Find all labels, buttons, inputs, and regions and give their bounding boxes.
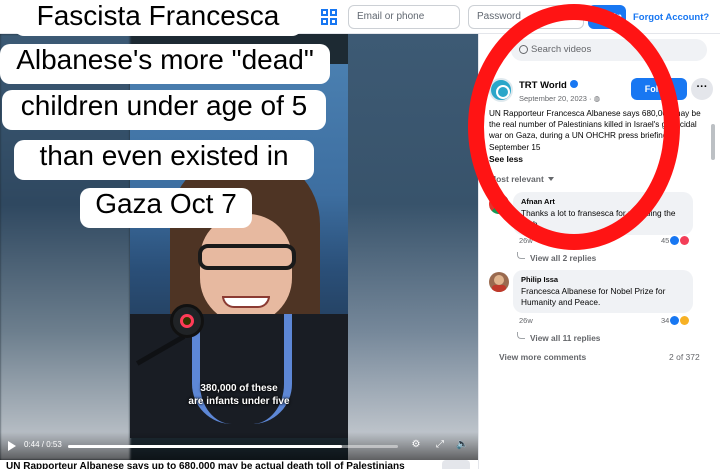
reaction-count-value: 45 <box>661 236 670 245</box>
post-side-panel: Search videos TRT World September 20, 20… <box>478 34 720 469</box>
fullscreen-icon[interactable]: ⤢ <box>434 439 446 451</box>
screenshot-root: Email or phone Password Log In Forgot Ac… <box>0 0 720 469</box>
video-progress-track[interactable] <box>68 445 398 448</box>
video-blur-right <box>348 34 478 460</box>
chevron-down-icon <box>547 177 554 181</box>
post-date-text[interactable]: September 20, 2023 · <box>519 94 594 103</box>
microphone-light <box>180 314 194 328</box>
meme-caption-line-1: Fascista Francesca <box>14 0 302 36</box>
reply-connector-icon <box>517 252 525 259</box>
see-less-link[interactable]: See less <box>489 154 523 164</box>
subtitle-line-2: are infants under five <box>188 396 290 407</box>
post-text: UN Rapporteur Francesca Albanese says 68… <box>489 109 701 152</box>
view-more-comments-link[interactable]: View more comments <box>499 352 586 362</box>
expand-icon[interactable] <box>320 8 338 26</box>
video-progress-fill <box>68 445 342 448</box>
comment-bubble: Afnan Art Thanks a lot to fransesca for … <box>513 192 693 235</box>
person-photo-icon <box>492 275 506 292</box>
speaker-smile <box>222 296 270 308</box>
play-icon[interactable] <box>8 441 16 451</box>
comment-text: Thanks a lot to fransesca for revealing … <box>521 208 676 229</box>
post-date[interactable]: September 20, 2023 · ◍ <box>519 94 600 103</box>
comment-sort-label[interactable]: Most relevant <box>489 174 544 184</box>
video-subtitle: 380,000 of these are infants under five <box>130 382 348 408</box>
like-icon <box>670 236 680 245</box>
comment-bubble: Philip Issa Francesca Albanese for Nobel… <box>513 270 693 313</box>
view-replies-text[interactable]: View all 2 replies <box>530 253 596 263</box>
commenter-name[interactable]: Afnan Art <box>521 197 685 206</box>
commenter-avatar[interactable] <box>489 194 509 214</box>
title-menu-button[interactable] <box>442 460 470 469</box>
password-field[interactable]: Password <box>468 5 584 29</box>
more-options-button[interactable]: ··· <box>691 78 713 100</box>
video-time: 0:44 / 0:53 <box>24 440 62 449</box>
reaction-count-value: 34 <box>661 316 670 325</box>
reply-connector-icon <box>517 332 525 339</box>
view-replies-link[interactable]: View all 11 replies <box>517 332 600 343</box>
follow-button[interactable]: Follow <box>631 78 687 100</box>
commenter-name[interactable]: Philip Issa <box>521 275 685 284</box>
commenter-avatar[interactable] <box>489 272 509 292</box>
search-placeholder: Search videos <box>531 44 592 55</box>
meme-caption-line-3: children under age of 5 <box>2 90 326 130</box>
video-title: UN Rapporteur Albanese says up to 680,00… <box>6 461 405 469</box>
page-avatar[interactable] <box>489 78 513 102</box>
speaker-glasses <box>198 244 296 270</box>
like-icon <box>670 316 680 325</box>
login-button[interactable]: Log In <box>588 5 626 29</box>
comment-sort[interactable]: Most relevant <box>489 174 554 184</box>
page-name[interactable]: TRT World <box>519 80 578 91</box>
comment-counter: 2 of 372 <box>669 352 700 362</box>
search-icon <box>519 45 528 54</box>
video-controls: 0:44 / 0:53 ⚙ ⤢ 🔈 <box>0 432 478 460</box>
email-field[interactable]: Email or phone <box>348 5 460 29</box>
comment-time[interactable]: 26w <box>519 236 533 245</box>
volume-icon[interactable]: 🔈 <box>456 439 468 451</box>
settings-icon[interactable]: ⚙ <box>410 439 422 451</box>
view-replies-link[interactable]: View all 2 replies <box>517 252 596 263</box>
comment-text: Francesca Albanese for Nobel Prize for H… <box>521 286 666 307</box>
globe-icon: ◍ <box>593 94 601 103</box>
forgot-account-link[interactable]: Forgot Account? <box>633 12 709 23</box>
meme-caption-line-2: Albanese's more "dead" <box>0 44 330 84</box>
reaction-count[interactable]: 45 <box>661 236 690 245</box>
palestine-flag-icon <box>489 194 509 214</box>
meme-caption-line-4: than even existed in <box>14 140 314 180</box>
view-replies-text[interactable]: View all 11 replies <box>530 333 600 343</box>
reaction-count[interactable]: 34 <box>661 316 690 325</box>
subtitle-line-1: 380,000 of these <box>200 383 278 394</box>
love-icon <box>680 236 690 245</box>
verified-badge-icon <box>569 80 578 88</box>
meme-caption-line-5: Gaza Oct 7 <box>80 188 252 228</box>
haha-icon <box>680 316 690 325</box>
search-videos-input[interactable]: Search videos <box>511 39 707 61</box>
comment-time[interactable]: 26w <box>519 316 533 325</box>
panel-scrollbar[interactable] <box>711 124 715 160</box>
page-name-text[interactable]: TRT World <box>519 80 567 91</box>
